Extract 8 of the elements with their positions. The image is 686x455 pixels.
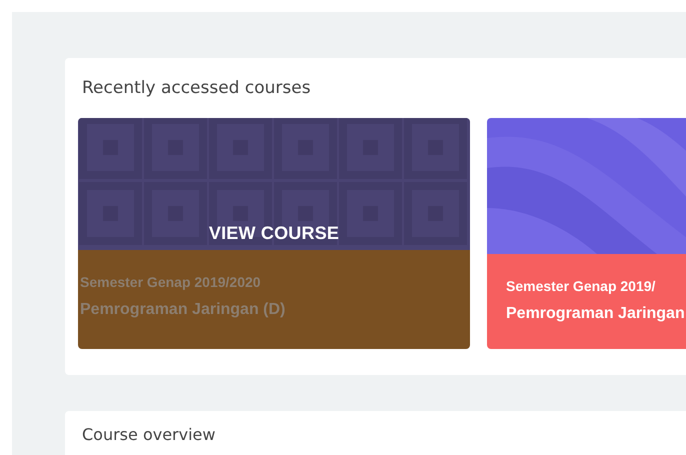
section-title: Course overview (82, 425, 216, 444)
course-name[interactable]: Pemrograman Jaringan (D) (80, 301, 286, 319)
section-title: Recently accessed courses (82, 78, 311, 98)
course-card[interactable]: Semester Genap 2019/ Pemrograman Jaringan (487, 118, 686, 349)
course-name[interactable]: Pemrograman Jaringan (506, 305, 685, 323)
course-term: Semester Genap 2019/ (506, 278, 656, 294)
view-course-link[interactable]: VIEW COURSE (208, 223, 340, 244)
course-term: Semester Genap 2019/2020 (80, 274, 261, 290)
